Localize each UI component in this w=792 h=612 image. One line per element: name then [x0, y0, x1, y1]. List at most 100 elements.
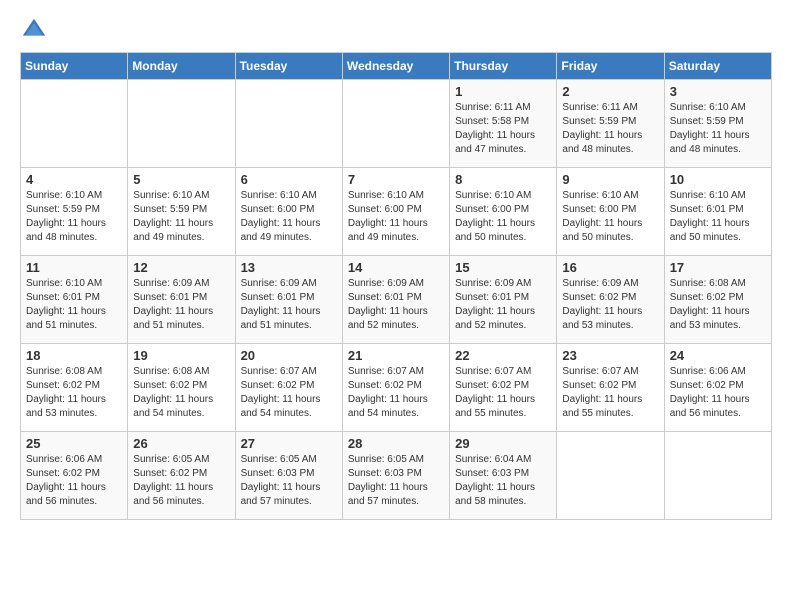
day-number: 26: [133, 436, 229, 451]
day-number: 17: [670, 260, 766, 275]
calendar-cell: 7Sunrise: 6:10 AM Sunset: 6:00 PM Daylig…: [342, 168, 449, 256]
day-of-week-header: Wednesday: [342, 53, 449, 80]
day-info: Sunrise: 6:08 AM Sunset: 6:02 PM Dayligh…: [670, 277, 766, 333]
day-info: Sunrise: 6:09 AM Sunset: 6:01 PM Dayligh…: [241, 277, 337, 333]
calendar-cell: 2 Sunrise: 6:11 AM Sunset: 5:59 PM Daylig…: [557, 80, 664, 168]
day-number: 9: [562, 172, 658, 187]
calendar-cell: 27Sunrise: 6:05 AM Sunset: 6:03 PM Dayli…: [235, 432, 342, 520]
day-number: 3: [670, 84, 766, 99]
logo: [20, 16, 52, 44]
day-number: 23: [562, 348, 658, 363]
day-info: Sunrise: 6:05 AM Sunset: 6:03 PM Dayligh…: [241, 453, 337, 509]
day-of-week-header: Tuesday: [235, 53, 342, 80]
day-info: Sunrise: 6:11 AM Sunset: 5:58 PM Dayligh…: [455, 101, 551, 157]
day-info: Sunrise: 6:10 AM Sunset: 6:00 PM Dayligh…: [241, 189, 337, 245]
day-of-week-header: Sunday: [21, 53, 128, 80]
day-info: Sunrise: 6:09 AM Sunset: 6:01 PM Dayligh…: [348, 277, 444, 333]
page-header: [20, 16, 772, 44]
day-number: 25: [26, 436, 122, 451]
day-info: Sunrise: 6:10 AM Sunset: 5:59 PM Dayligh…: [26, 189, 122, 245]
calendar-cell: 5 Sunrise: 6:10 AM Sunset: 5:59 PM Daylig…: [128, 168, 235, 256]
calendar-cell: 1Sunrise: 6:11 AM Sunset: 5:58 PM Daylig…: [450, 80, 557, 168]
day-of-week-header: Monday: [128, 53, 235, 80]
calendar-header-row: SundayMondayTuesdayWednesdayThursdayFrid…: [21, 53, 772, 80]
logo-icon: [20, 16, 48, 44]
calendar-cell: 4 Sunrise: 6:10 AM Sunset: 5:59 PM Daylig…: [21, 168, 128, 256]
day-number: 28: [348, 436, 444, 451]
calendar-cell: 14 Sunrise: 6:09 AM Sunset: 6:01 PM Dayli…: [342, 256, 449, 344]
day-info: Sunrise: 6:07 AM Sunset: 6:02 PM Dayligh…: [562, 365, 658, 421]
calendar-cell: [557, 432, 664, 520]
calendar-cell: 18 Sunrise: 6:08 AM Sunset: 6:02 PM Dayli…: [21, 344, 128, 432]
calendar-cell: 23 Sunrise: 6:07 AM Sunset: 6:02 PM Dayli…: [557, 344, 664, 432]
calendar-cell: [342, 80, 449, 168]
day-info: Sunrise: 6:10 AM Sunset: 6:01 PM Dayligh…: [670, 189, 766, 245]
day-info: Sunrise: 6:07 AM Sunset: 6:02 PM Dayligh…: [348, 365, 444, 421]
day-info: Sunrise: 6:10 AM Sunset: 5:59 PM Dayligh…: [133, 189, 229, 245]
calendar-cell: 13Sunrise: 6:09 AM Sunset: 6:01 PM Dayli…: [235, 256, 342, 344]
day-info: Sunrise: 6:05 AM Sunset: 6:03 PM Dayligh…: [348, 453, 444, 509]
day-info: Sunrise: 6:08 AM Sunset: 6:02 PM Dayligh…: [26, 365, 122, 421]
day-number: 20: [241, 348, 337, 363]
day-info: Sunrise: 6:10 AM Sunset: 6:00 PM Dayligh…: [562, 189, 658, 245]
day-number: 22: [455, 348, 551, 363]
day-info: Sunrise: 6:04 AM Sunset: 6:03 PM Dayligh…: [455, 453, 551, 509]
calendar-cell: [21, 80, 128, 168]
calendar-cell: 21 Sunrise: 6:07 AM Sunset: 6:02 PM Dayli…: [342, 344, 449, 432]
day-info: Sunrise: 6:06 AM Sunset: 6:02 PM Dayligh…: [670, 365, 766, 421]
calendar-cell: [235, 80, 342, 168]
day-info: Sunrise: 6:09 AM Sunset: 6:01 PM Dayligh…: [133, 277, 229, 333]
calendar-cell: 28 Sunrise: 6:05 AM Sunset: 6:03 PM Dayli…: [342, 432, 449, 520]
day-number: 2: [562, 84, 658, 99]
day-number: 29: [455, 436, 551, 451]
day-number: 12: [133, 260, 229, 275]
calendar-cell: 9 Sunrise: 6:10 AM Sunset: 6:00 PM Daylig…: [557, 168, 664, 256]
calendar-cell: 20 Sunrise: 6:07 AM Sunset: 6:02 PM Dayli…: [235, 344, 342, 432]
day-info: Sunrise: 6:11 AM Sunset: 5:59 PM Dayligh…: [562, 101, 658, 157]
day-number: 19: [133, 348, 229, 363]
calendar-week-row: 1Sunrise: 6:11 AM Sunset: 5:58 PM Daylig…: [21, 80, 772, 168]
calendar-body: 1Sunrise: 6:11 AM Sunset: 5:58 PM Daylig…: [21, 80, 772, 520]
day-info: Sunrise: 6:08 AM Sunset: 6:02 PM Dayligh…: [133, 365, 229, 421]
day-number: 15: [455, 260, 551, 275]
day-info: Sunrise: 6:09 AM Sunset: 6:01 PM Dayligh…: [455, 277, 551, 333]
calendar-cell: 16Sunrise: 6:09 AM Sunset: 6:02 PM Dayli…: [557, 256, 664, 344]
day-of-week-header: Friday: [557, 53, 664, 80]
calendar-week-row: 4 Sunrise: 6:10 AM Sunset: 5:59 PM Daylig…: [21, 168, 772, 256]
calendar-week-row: 11Sunrise: 6:10 AM Sunset: 6:01 PM Dayli…: [21, 256, 772, 344]
day-info: Sunrise: 6:07 AM Sunset: 6:02 PM Dayligh…: [241, 365, 337, 421]
calendar-cell: 6 Sunrise: 6:10 AM Sunset: 6:00 PM Daylig…: [235, 168, 342, 256]
day-of-week-header: Saturday: [664, 53, 771, 80]
day-info: Sunrise: 6:10 AM Sunset: 5:59 PM Dayligh…: [670, 101, 766, 157]
calendar-cell: 11Sunrise: 6:10 AM Sunset: 6:01 PM Dayli…: [21, 256, 128, 344]
day-info: Sunrise: 6:05 AM Sunset: 6:02 PM Dayligh…: [133, 453, 229, 509]
day-number: 14: [348, 260, 444, 275]
calendar-cell: 3 Sunrise: 6:10 AM Sunset: 5:59 PM Daylig…: [664, 80, 771, 168]
day-number: 6: [241, 172, 337, 187]
calendar-cell: [128, 80, 235, 168]
calendar-cell: 10Sunrise: 6:10 AM Sunset: 6:01 PM Dayli…: [664, 168, 771, 256]
day-number: 18: [26, 348, 122, 363]
calendar-cell: 26 Sunrise: 6:05 AM Sunset: 6:02 PM Dayli…: [128, 432, 235, 520]
day-number: 4: [26, 172, 122, 187]
day-info: Sunrise: 6:06 AM Sunset: 6:02 PM Dayligh…: [26, 453, 122, 509]
day-info: Sunrise: 6:10 AM Sunset: 6:00 PM Dayligh…: [455, 189, 551, 245]
day-number: 5: [133, 172, 229, 187]
day-of-week-header: Thursday: [450, 53, 557, 80]
day-number: 8: [455, 172, 551, 187]
day-info: Sunrise: 6:10 AM Sunset: 6:00 PM Dayligh…: [348, 189, 444, 245]
day-number: 24: [670, 348, 766, 363]
calendar-cell: 22 Sunrise: 6:07 AM Sunset: 6:02 PM Dayli…: [450, 344, 557, 432]
calendar-cell: 12 Sunrise: 6:09 AM Sunset: 6:01 PM Dayli…: [128, 256, 235, 344]
day-info: Sunrise: 6:07 AM Sunset: 6:02 PM Dayligh…: [455, 365, 551, 421]
day-number: 21: [348, 348, 444, 363]
day-info: Sunrise: 6:09 AM Sunset: 6:02 PM Dayligh…: [562, 277, 658, 333]
calendar-cell: 17 Sunrise: 6:08 AM Sunset: 6:02 PM Dayli…: [664, 256, 771, 344]
day-info: Sunrise: 6:10 AM Sunset: 6:01 PM Dayligh…: [26, 277, 122, 333]
calendar-cell: 24 Sunrise: 6:06 AM Sunset: 6:02 PM Dayli…: [664, 344, 771, 432]
calendar-table: SundayMondayTuesdayWednesdayThursdayFrid…: [20, 52, 772, 520]
calendar-cell: [664, 432, 771, 520]
calendar-cell: 29 Sunrise: 6:04 AM Sunset: 6:03 PM Dayli…: [450, 432, 557, 520]
calendar-week-row: 25 Sunrise: 6:06 AM Sunset: 6:02 PM Dayli…: [21, 432, 772, 520]
calendar-cell: 19 Sunrise: 6:08 AM Sunset: 6:02 PM Dayli…: [128, 344, 235, 432]
